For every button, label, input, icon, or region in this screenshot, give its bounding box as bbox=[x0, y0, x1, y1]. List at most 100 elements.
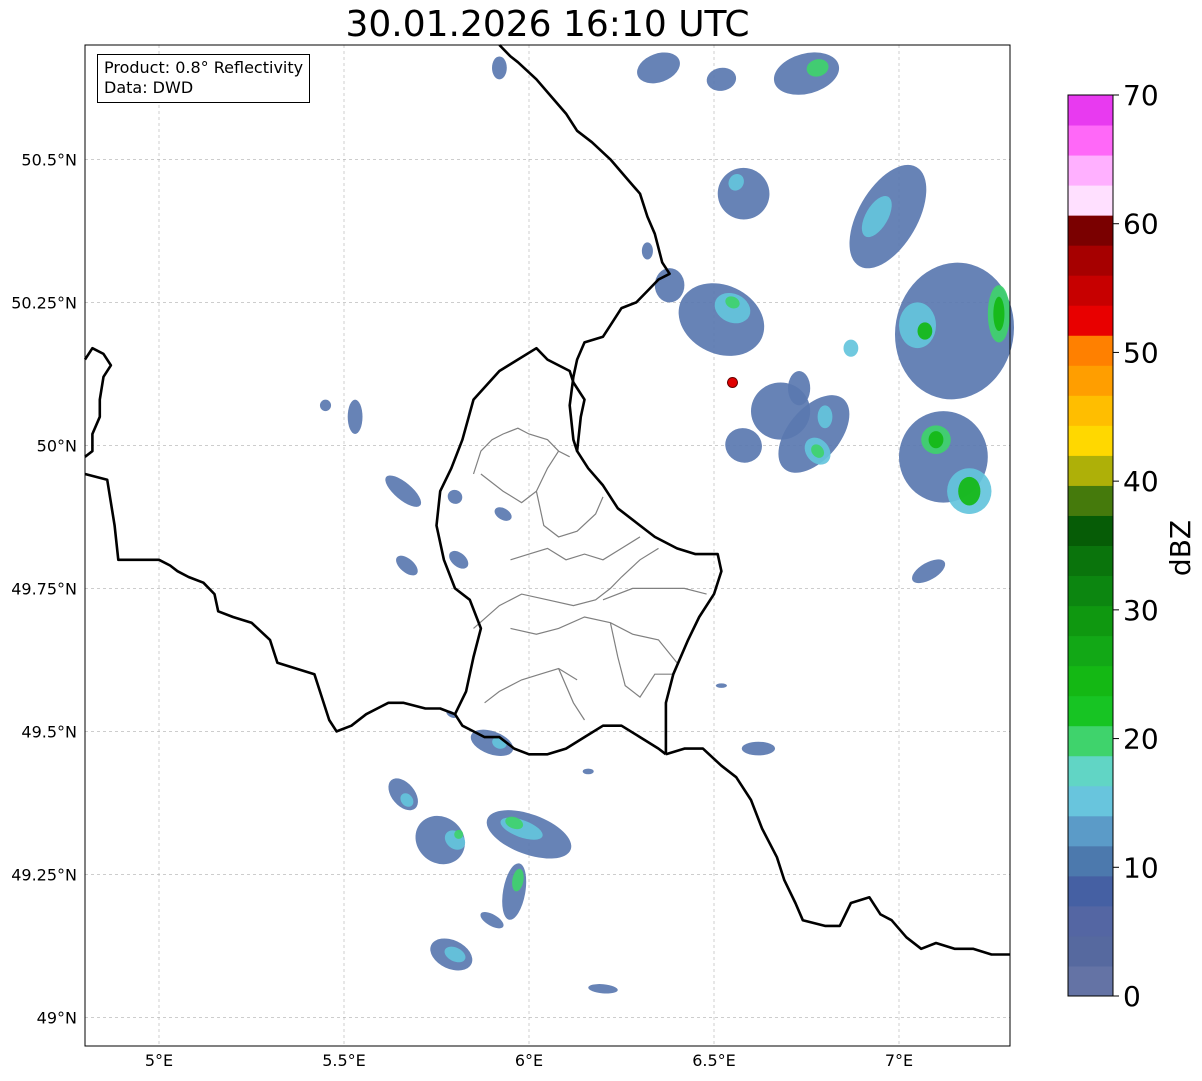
colorbar-segment bbox=[1068, 755, 1113, 787]
colorbar-segment bbox=[1068, 365, 1113, 396]
colorbar-tick-label: 50 bbox=[1123, 336, 1159, 369]
echo-cell bbox=[492, 56, 507, 80]
colorbar-segment bbox=[1068, 185, 1113, 216]
y-tick-label: 49.25°N bbox=[11, 865, 77, 884]
colorbar-segment bbox=[1068, 635, 1113, 667]
colorbar-segment bbox=[1068, 485, 1113, 516]
colorbar-tick-label: 30 bbox=[1123, 594, 1159, 627]
colorbar-segment bbox=[1068, 455, 1113, 486]
reflectivity-echoes bbox=[319, 52, 1015, 994]
national-border-line bbox=[435, 346, 723, 755]
x-axis-ticks: 5°E 5.5°E 6°E 6.5°E 7°E bbox=[145, 1051, 913, 1070]
echo-cell bbox=[843, 339, 859, 357]
echo-cell bbox=[715, 683, 727, 688]
colorbar-segment bbox=[1068, 515, 1113, 546]
colorbar-tick-label: 10 bbox=[1123, 851, 1159, 884]
echo-cell bbox=[773, 52, 840, 95]
echo-cell bbox=[717, 167, 770, 220]
colorbar-segment bbox=[1068, 905, 1113, 937]
colorbar-segment bbox=[1068, 965, 1113, 997]
echo-cell bbox=[912, 559, 946, 584]
colorbar-segment bbox=[1068, 785, 1113, 817]
x-tick-label: 5°E bbox=[145, 1051, 173, 1070]
echo-cell bbox=[958, 476, 981, 506]
y-tick-label: 50.25°N bbox=[11, 293, 77, 312]
colorbar-label: dBZ bbox=[1164, 520, 1197, 576]
colorbar-segment bbox=[1068, 335, 1113, 366]
echo-cell bbox=[637, 52, 680, 84]
national-border-line bbox=[83, 346, 113, 458]
admin-border-line bbox=[480, 450, 560, 504]
echo-cell bbox=[582, 768, 594, 775]
echo-cell bbox=[588, 984, 618, 994]
y-axis-ticks: 49°N 49.25°N 49.5°N 49.75°N 50°N 50.25°N 50.5°… bbox=[11, 150, 77, 1027]
echo-cell bbox=[347, 399, 363, 434]
echo-cell bbox=[788, 371, 811, 406]
echo-cell bbox=[993, 296, 1005, 331]
colorbar-segment bbox=[1068, 605, 1113, 637]
echo-cell bbox=[494, 507, 512, 521]
colorbar-segment bbox=[1068, 725, 1113, 757]
echo-cell bbox=[449, 550, 469, 569]
echo-cell bbox=[385, 475, 422, 507]
colorbar-segment bbox=[1068, 935, 1113, 967]
admin-border-line bbox=[484, 667, 578, 704]
colorbar-segment bbox=[1068, 875, 1113, 907]
admin-border-line bbox=[609, 622, 674, 698]
colorbar-segment bbox=[1068, 695, 1113, 727]
admin-border-line bbox=[472, 427, 570, 475]
x-tick-label: 7°E bbox=[885, 1051, 913, 1070]
colorbar-segment bbox=[1068, 815, 1113, 847]
colorbar-segment bbox=[1068, 95, 1113, 126]
y-tick-label: 49°N bbox=[37, 1008, 77, 1027]
echo-cell bbox=[447, 489, 463, 504]
echo-cell bbox=[502, 863, 527, 920]
x-tick-label: 6°E bbox=[515, 1051, 543, 1070]
product-info-box: Product: 0.8° Reflectivity Data: DWD bbox=[97, 54, 311, 103]
colorbar-tick-label: 0 bbox=[1123, 980, 1141, 1013]
colorbar-tick-label: 40 bbox=[1123, 465, 1159, 498]
national-borders bbox=[83, 44, 1010, 956]
echo-cell bbox=[899, 302, 936, 349]
colorbar-segment bbox=[1068, 305, 1113, 336]
colorbar-segment bbox=[1068, 425, 1113, 456]
product-label: Product: 0.8° Reflectivity bbox=[104, 58, 304, 77]
colorbar-segment bbox=[1068, 395, 1113, 426]
colorbar-segment bbox=[1068, 545, 1113, 577]
echo-cell bbox=[917, 322, 933, 340]
y-tick-label: 50°N bbox=[37, 436, 77, 455]
y-tick-label: 49.75°N bbox=[11, 579, 77, 598]
data-source-label: Data: DWD bbox=[104, 78, 194, 97]
colorbar-segment bbox=[1068, 215, 1113, 246]
national-border-line bbox=[84, 472, 667, 756]
echo-cell bbox=[319, 399, 332, 412]
colorbar-tick-label: 60 bbox=[1123, 208, 1159, 241]
colorbar-segment bbox=[1068, 245, 1113, 276]
colorbar-segment bbox=[1068, 155, 1113, 186]
echo-cell bbox=[480, 912, 504, 929]
admin-border-line bbox=[602, 587, 707, 601]
echo-cell bbox=[641, 242, 653, 260]
colorbar-segment bbox=[1068, 665, 1113, 697]
radar-site bbox=[727, 376, 738, 388]
colorbar bbox=[1067, 94, 1114, 997]
colorbar-segment bbox=[1068, 125, 1113, 156]
echo-cell bbox=[470, 729, 514, 757]
echo-cell bbox=[817, 405, 833, 429]
colorbar-segment bbox=[1068, 275, 1113, 306]
colorbar-segment bbox=[1068, 845, 1113, 877]
echo-cell bbox=[741, 741, 776, 756]
colorbar-tick-label: 70 bbox=[1123, 79, 1159, 112]
colorbar-ticks: 0 10 20 30 40 50 60 70 bbox=[1113, 79, 1159, 1013]
echo-cell bbox=[928, 431, 944, 449]
echo-cell bbox=[396, 555, 418, 576]
x-tick-label: 5.5°E bbox=[322, 1051, 366, 1070]
radar-site-marker bbox=[727, 376, 738, 388]
admin-border-line bbox=[510, 536, 641, 561]
colorbar-tick-label: 20 bbox=[1123, 723, 1159, 756]
y-tick-label: 49.5°N bbox=[21, 722, 77, 741]
echo-cell bbox=[706, 67, 737, 91]
y-tick-label: 50.5°N bbox=[21, 150, 77, 169]
admin-border-line bbox=[510, 616, 678, 664]
national-border-line bbox=[665, 747, 1010, 956]
